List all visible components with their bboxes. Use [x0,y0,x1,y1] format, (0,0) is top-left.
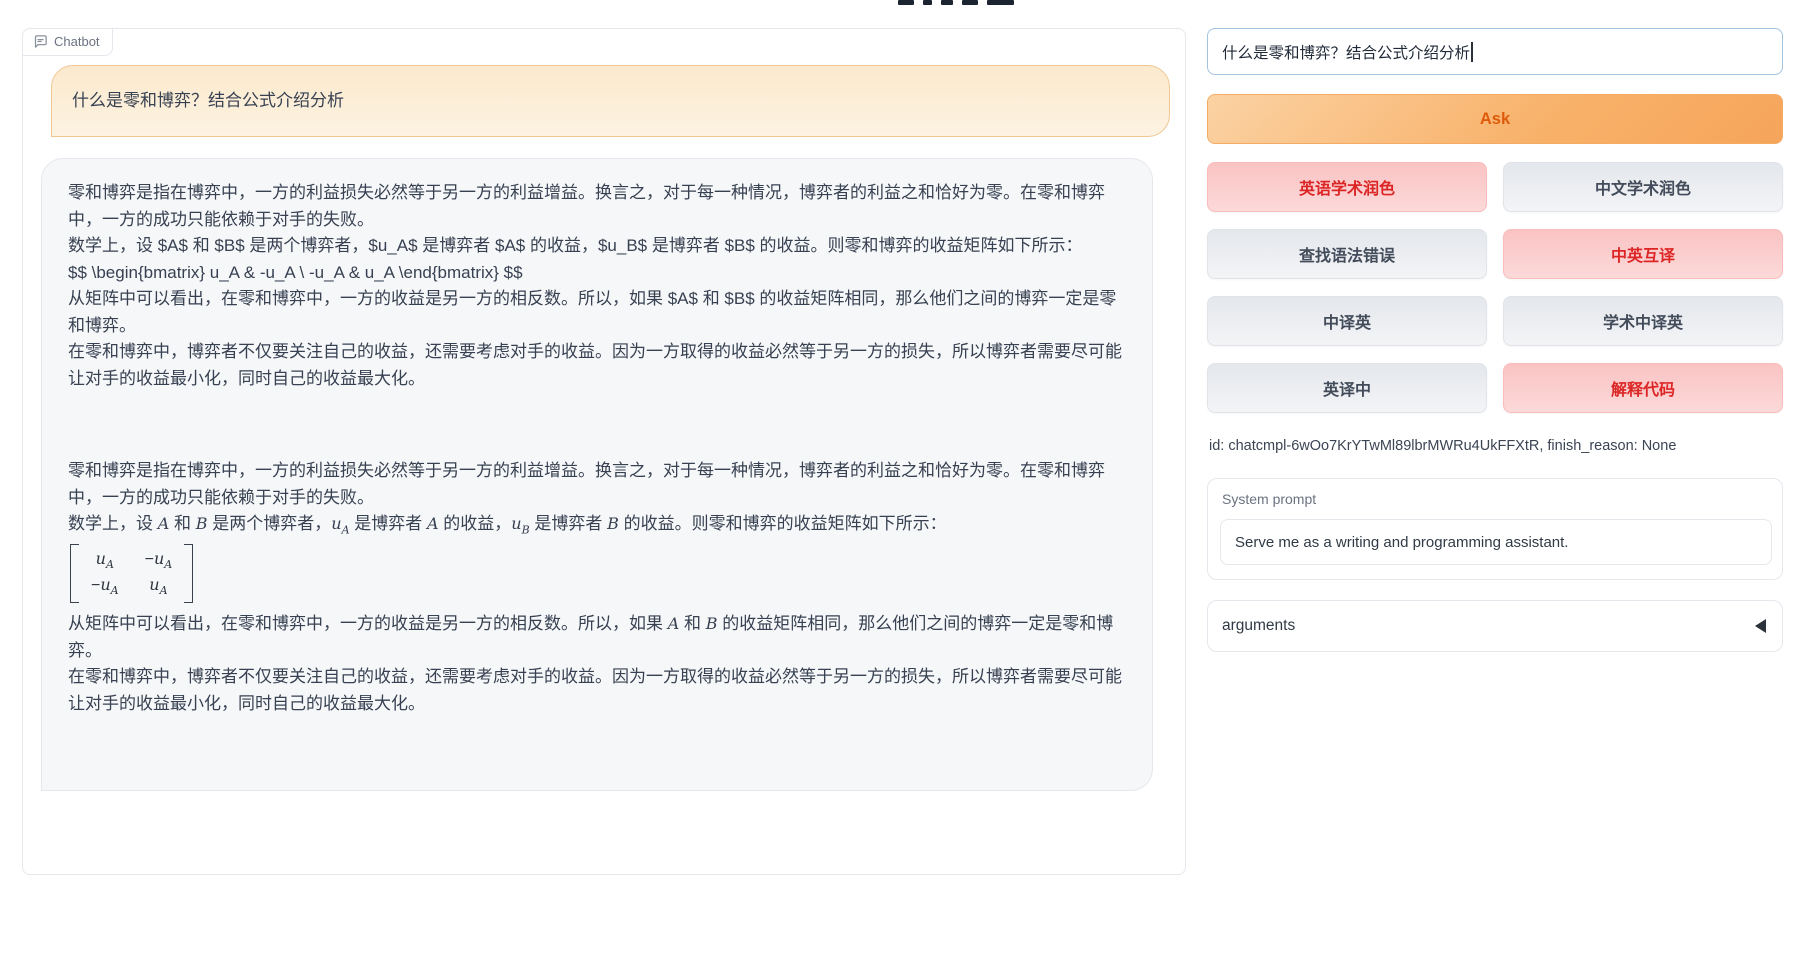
bot-message-bubble: 零和博弈是指在博弈中，一方的利益损失必然等于另一方的利益增益。换言之，对于每一种… [41,158,1153,791]
system-prompt-input[interactable]: Serve me as a writing and programming as… [1220,519,1772,565]
action-button-2[interactable]: 中文学术润色 [1503,162,1783,212]
accordion-collapse-icon [1755,619,1766,633]
question-input-value: 什么是零和博弈？结合公式介绍分析 [1222,41,1470,63]
completion-status-line: id: chatcmpl-6wOo7KrYTwMl89lbrMWRu4UkFFX… [1209,438,1783,454]
chat-bubble-icon [33,34,48,49]
page: Chatbot 什么是零和博弈？结合公式介绍分析 零和博弈是指在博弈中，一方的利… [0,0,1814,961]
user-message-bubble: 什么是零和博弈？结合公式介绍分析 [51,65,1170,137]
bot-rendered-paragraph: 在零和博弈中，博弈者不仅要关注自己的收益，还需要考虑对手的收益。因为一方取得的收… [68,664,1126,717]
bot-raw-paragraph: 在零和博弈中，博弈者不仅要关注自己的收益，还需要考虑对手的收益。因为一方取得的收… [68,339,1126,392]
action-button-grid: 英语学术润色中文学术润色查找语法错误中英互译中译英学术中译英英译中解释代码 [1207,162,1783,413]
text-cursor [1471,42,1473,62]
action-button-6[interactable]: 学术中译英 [1503,296,1783,346]
action-button-8[interactable]: 解释代码 [1503,363,1783,413]
system-prompt-group: System prompt Serve me as a writing and … [1207,478,1783,580]
bot-raw-latex-line: $$ \begin{bmatrix} u_A & -u_A \ -u_A & u… [68,260,1126,287]
bot-raw-paragraph: 零和博弈是指在博弈中，一方的利益损失必然等于另一方的利益增益。换言之，对于每一种… [68,180,1126,233]
action-button-4[interactable]: 中英互译 [1503,229,1783,279]
payoff-matrix: uA−uA−uAuA [70,544,193,603]
chatbot-panel-label: Chatbot [22,28,113,56]
bot-raw-paragraph: 数学上，设 $A$ 和 $B$ 是两个博弈者，$u_A$ 是博弈者 $A$ 的收… [68,233,1126,260]
system-prompt-label: System prompt [1222,491,1316,507]
bot-raw-paragraph: 从矩阵中可以看出，在零和博弈中，一方的收益是另一方的相反数。所以，如果 $A$ … [68,286,1126,339]
clipped-page-title [898,0,1014,5]
question-input[interactable]: 什么是零和博弈？结合公式介绍分析 [1207,28,1783,75]
accordion-label: arguments [1222,617,1295,635]
control-column: 什么是零和博弈？结合公式介绍分析 Ask 英语学术润色中文学术润色查找语法错误中… [1207,0,1783,961]
bot-rendered-math-paragraph: 数学上，设 A 和 B 是两个博弈者，uA 是博弈者 A 的收益，uB 是博弈者… [68,511,1126,539]
bot-rendered-paragraph: 零和博弈是指在博弈中，一方的利益损失必然等于另一方的利益增益。换言之，对于每一种… [68,458,1126,511]
chatbot-panel: Chatbot 什么是零和博弈？结合公式介绍分析 零和博弈是指在博弈中，一方的利… [22,28,1186,875]
bot-rendered-math-paragraph: 从矩阵中可以看出，在零和博弈中，一方的收益是另一方的相反数。所以，如果 A 和 … [68,611,1126,664]
action-button-1[interactable]: 英语学术润色 [1207,162,1487,212]
system-prompt-value: Serve me as a writing and programming as… [1235,534,1568,551]
arguments-accordion[interactable]: arguments [1207,600,1783,652]
user-message-text: 什么是零和博弈？结合公式介绍分析 [72,88,344,115]
action-button-7[interactable]: 英译中 [1207,363,1487,413]
bot-rendered-markdown: 零和博弈是指在博弈中，一方的利益损失必然等于另一方的利益增益。换言之，对于每一种… [68,458,1126,717]
chatbot-label-text: Chatbot [54,34,100,49]
action-button-3[interactable]: 查找语法错误 [1207,229,1487,279]
action-button-5[interactable]: 中译英 [1207,296,1487,346]
bot-raw-markdown: 零和博弈是指在博弈中，一方的利益损失必然等于另一方的利益增益。换言之，对于每一种… [68,180,1126,392]
paragraph-gap [68,392,1126,458]
ask-button[interactable]: Ask [1207,94,1783,144]
